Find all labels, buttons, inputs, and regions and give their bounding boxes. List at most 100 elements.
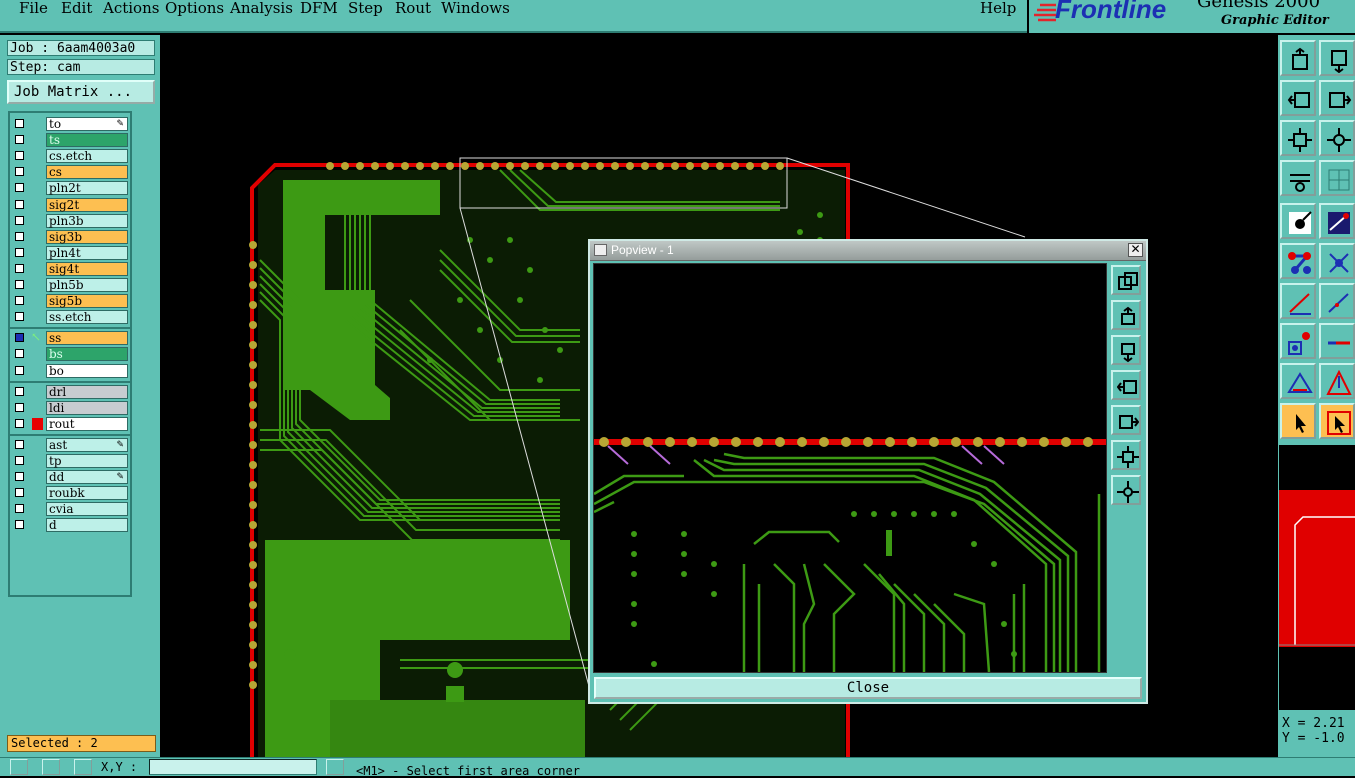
layer-row-dd[interactable]: dd ✎ (10, 470, 130, 485)
layer-name[interactable]: ts (46, 133, 128, 148)
popview-close-icon[interactable]: ✕ (1128, 243, 1143, 257)
layer-row-ss[interactable]: ↖ ss (10, 331, 130, 346)
line-edit-button[interactable] (1280, 283, 1316, 319)
snap-toggle-button[interactable] (10, 759, 28, 775)
layer-name[interactable]: rout (46, 416, 128, 431)
layer-row-pln4t[interactable]: pln4t (10, 245, 130, 260)
layer-checkbox[interactable] (15, 439, 24, 449)
layer-name[interactable]: bo (46, 363, 128, 378)
layer-row-pln3b[interactable]: pln3b (10, 213, 130, 228)
layer-name[interactable]: dd ✎ (46, 470, 128, 485)
menu-windows[interactable]: Windows (441, 0, 510, 17)
pointer-box-button[interactable] (1319, 403, 1355, 439)
layer-checkbox[interactable] (15, 215, 24, 225)
layer-row-pln5b[interactable]: pln5b (10, 278, 130, 292)
layer-name[interactable]: sig3b (46, 229, 128, 244)
xy-input[interactable] (149, 759, 317, 775)
layer-row-sig2t[interactable]: sig2t (10, 197, 130, 212)
zoom-out-button[interactable] (1319, 40, 1355, 76)
layer-row-ts[interactable]: ts (10, 133, 130, 148)
feature-info-button[interactable] (1319, 203, 1355, 239)
layer-row-tp[interactable]: tp (10, 454, 130, 468)
close-button[interactable]: Close (594, 677, 1142, 699)
layer-name[interactable]: bs (46, 347, 128, 362)
layer-name[interactable]: ss (46, 331, 128, 346)
overview-minimap[interactable] (1279, 445, 1355, 710)
layer-row-cs-etch[interactable]: cs.etch (10, 149, 130, 164)
layer-name[interactable]: cs (46, 165, 128, 180)
layer-row-bo[interactable]: bo (10, 363, 130, 378)
layer-row-cvia[interactable]: cvia (10, 502, 130, 517)
layer-checkbox[interactable] (15, 183, 24, 193)
layer-checkbox[interactable] (15, 472, 24, 482)
layer-row-bs[interactable]: bs (10, 347, 130, 362)
layer-name[interactable]: cvia (46, 502, 128, 517)
layer-name[interactable]: drl (46, 384, 128, 399)
layer-checkbox[interactable] (15, 488, 24, 498)
layer-row-drl[interactable]: drl (10, 384, 130, 399)
layer-checkbox[interactable] (15, 456, 24, 465)
check-toggle-button[interactable] (42, 759, 60, 775)
layer-checkbox[interactable] (15, 247, 24, 257)
layer-name[interactable]: sig4t (46, 261, 128, 276)
measure-button[interactable] (1280, 160, 1316, 196)
layer-checkbox[interactable] (15, 263, 24, 273)
layer-name[interactable]: sig2t (46, 197, 128, 212)
layer-name[interactable]: tp (46, 454, 128, 468)
layer-row-ast[interactable]: ast ✎ (10, 437, 130, 452)
layer-row-rout[interactable]: rout (10, 416, 130, 431)
layer-name[interactable]: ast ✎ (46, 437, 128, 452)
layer-name[interactable]: ss.etch (46, 310, 128, 325)
zoom-fit-button[interactable] (1280, 120, 1316, 156)
snap-intersect-button[interactable] (1319, 243, 1355, 279)
layer-row-d[interactable]: d (10, 518, 130, 533)
layer-checkbox[interactable] (15, 402, 24, 412)
menu-step[interactable]: Step (348, 0, 383, 17)
layer-name[interactable]: pln3b (46, 213, 128, 228)
layer-checkbox[interactable] (15, 386, 24, 396)
pan-left-button[interactable] (1280, 80, 1316, 116)
layer-row-pln2t[interactable]: pln2t (10, 181, 130, 196)
line-add-button[interactable] (1319, 323, 1355, 359)
layer-checkbox[interactable] (15, 151, 24, 161)
menu-edit[interactable]: Edit (61, 0, 92, 17)
layer-row-ldi[interactable]: ldi (10, 400, 130, 415)
layer-row-sig5b[interactable]: sig5b (10, 294, 130, 309)
layer-checkbox[interactable] (15, 349, 24, 359)
pointer-button[interactable] (1280, 403, 1316, 439)
layer-checkbox[interactable] (15, 365, 24, 375)
layer-row-sig3b[interactable]: sig3b (10, 229, 130, 244)
job-matrix-button[interactable]: Job Matrix ... (7, 80, 155, 104)
menu-dfm[interactable]: DFM (300, 0, 338, 17)
pad-add-button[interactable] (1280, 323, 1316, 359)
menu-help[interactable]: Help (980, 0, 1016, 17)
popview-pan-left-button[interactable] (1111, 370, 1141, 400)
menu-file[interactable]: File (19, 0, 48, 17)
layer-row-to[interactable]: to ✎ (10, 117, 130, 131)
layer-checkbox[interactable] (15, 135, 24, 145)
xy-apply-button[interactable] (326, 759, 344, 775)
layer-name[interactable]: ldi (46, 400, 128, 415)
popview-titlebar[interactable]: Popview - 1 ✕ (590, 241, 1146, 261)
layer-name[interactable]: pln5b (46, 278, 128, 292)
layer-row-cs[interactable]: cs (10, 165, 130, 180)
menu-actions[interactable]: Actions (103, 0, 159, 17)
triangle-move-button[interactable] (1319, 363, 1355, 399)
popview-zoom-fit-button[interactable] (1111, 440, 1141, 470)
window-menu-icon[interactable] (594, 244, 607, 256)
menu-analysis[interactable]: Analysis (230, 0, 293, 17)
layer-name[interactable]: roubk (46, 486, 128, 501)
layer-checkbox[interactable] (15, 231, 24, 241)
pan-right-button[interactable] (1319, 80, 1355, 116)
menu-rout[interactable]: Rout (395, 0, 431, 17)
layer-checkbox[interactable] (15, 312, 24, 322)
popview-canvas[interactable] (593, 263, 1107, 673)
popview-copy-view-button[interactable] (1111, 265, 1141, 295)
triangle-select-button[interactable] (1280, 363, 1316, 399)
layer-row-ss-etch[interactable]: ss.etch (10, 310, 130, 325)
line-draw-button[interactable] (1319, 283, 1355, 319)
layer-checkbox[interactable] (15, 280, 24, 289)
layer-checkbox[interactable] (15, 418, 24, 428)
grid-button[interactable] (1319, 160, 1355, 196)
layer-name[interactable]: d (46, 518, 128, 533)
